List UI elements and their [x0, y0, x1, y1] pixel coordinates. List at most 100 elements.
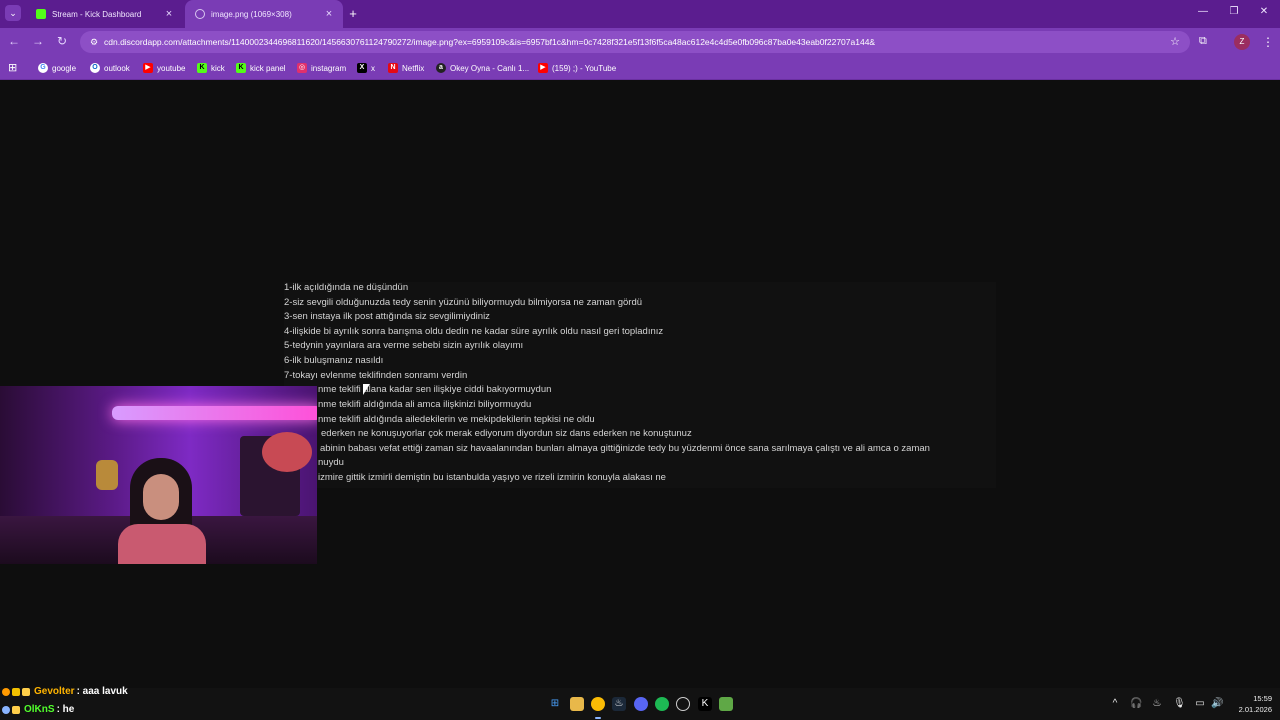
bookmark-label: Netflix — [402, 63, 425, 73]
tab-search-button[interactable]: ⌄ — [5, 5, 21, 21]
okey-icon: a — [436, 63, 446, 73]
webcam-overlay — [0, 386, 317, 564]
clock-date: 2.01.2026 — [1238, 705, 1272, 714]
question-line: 3-sen instaya ilk post attığında siz sev… — [284, 311, 490, 322]
headset-icon[interactable]: 🎧 — [1130, 698, 1142, 709]
steam-tray-icon[interactable]: ♨ — [1151, 698, 1163, 709]
badge-icon — [2, 705, 10, 714]
system-clock[interactable]: 15:59 2.01.2026 — [1226, 693, 1272, 715]
bookmark-label: kick panel — [250, 63, 286, 73]
question-line: nme teklifi aldığında ailedekilerin ve m… — [318, 414, 595, 425]
file-explorer-icon[interactable] — [570, 697, 584, 711]
question-line: 6-ilk buluşmanız nasıldı — [284, 355, 384, 366]
restore-button[interactable]: ❐ — [1227, 6, 1241, 17]
windows-icon[interactable]: ⊞ — [548, 697, 562, 711]
bookmark-kick[interactable]: Kkick — [197, 56, 225, 80]
close-window-button[interactable]: ✕ — [1257, 6, 1271, 17]
tab-kick-dashboard[interactable]: Stream - Kick Dashboard × — [26, 0, 183, 28]
forward-button[interactable]: → — [30, 34, 46, 48]
youtube-icon: ▶ — [143, 63, 153, 73]
bookmark-label: youtube — [157, 63, 186, 73]
bookmark-youtube-159[interactable]: ▶ (159) ;) - YouTube — [538, 56, 616, 80]
chat-message: OlKnS : he — [2, 704, 74, 715]
question-line: nuydu — [318, 457, 344, 468]
chat-username: Gevolter — [34, 686, 75, 697]
bookmark-label: google — [52, 63, 77, 73]
windows-taskbar: ⊞ ♨ K ^ 🎧 ♨ 🎙 ▭ 🔊 15:59 2.01.2026 — [0, 688, 1280, 720]
volume-icon[interactable]: 🔊 — [1211, 698, 1223, 709]
streamer-body — [118, 524, 206, 564]
kick-icon: K — [197, 63, 207, 73]
netflix-icon: N — [388, 63, 398, 73]
extensions-icon[interactable]: ⧉ — [1199, 35, 1207, 48]
globe-icon — [195, 9, 205, 19]
new-tab-button[interactable]: + — [346, 6, 360, 21]
profile-avatar[interactable]: Z — [1234, 34, 1250, 50]
question-line: izmire gittik izmirli demiştin bu istanb… — [318, 472, 666, 483]
chat-username: OlKnS — [24, 704, 55, 715]
google-icon: G — [38, 63, 48, 73]
obs-icon[interactable] — [676, 697, 690, 711]
x-icon: X — [357, 63, 367, 73]
tab-strip: ⌄ Stream - Kick Dashboard × image.png (1… — [0, 0, 1280, 28]
question-line: nme teklifi alana kadar sen ilişkiye cid… — [318, 384, 552, 395]
question-line: 2-siz sevgili olduğunuzda tedy senin yüz… — [284, 297, 643, 308]
chrome-icon[interactable] — [591, 697, 605, 711]
back-button[interactable]: ← — [6, 34, 22, 48]
site-info-icon[interactable]: ⚙ — [88, 36, 100, 48]
address-bar[interactable]: ⚙ cdn.discordapp.com/attachments/1140002… — [80, 31, 1190, 53]
bookmark-x[interactable]: Xx — [357, 56, 375, 80]
bookmarks-bar: ⊞ Ggoogle Ooutlook ▶ youtube Kkick Kkick … — [0, 56, 1280, 80]
question-line: ederken ne konuşuyorlar çok merak ediyor… — [321, 428, 692, 439]
reload-button[interactable]: ↻ — [54, 34, 70, 48]
tab-image[interactable]: image.png (1069×308) × — [185, 0, 343, 28]
bookmark-label: Okey Oyna - Canlı 1... — [450, 63, 530, 73]
spotify-icon[interactable] — [655, 697, 669, 711]
apps-grid-icon[interactable]: ⊞ — [8, 61, 17, 74]
chat-message: Gevolter : aaa lavuk — [2, 686, 128, 697]
kick-icon — [36, 9, 46, 19]
minecraft-icon[interactable] — [719, 697, 733, 711]
question-line: abinin babası vefat ettiği zaman siz hav… — [320, 443, 930, 454]
badge-icon — [2, 687, 10, 696]
close-tab-icon[interactable]: × — [323, 8, 335, 20]
kick-icon: K — [236, 63, 246, 73]
bookmark-label: instagram — [311, 63, 347, 73]
outlook-icon: O — [90, 63, 100, 73]
plush-toy — [262, 432, 312, 472]
question-line: 4-ilişkide bi ayrılık sonra barışma oldu… — [284, 326, 664, 337]
tray-overflow-icon[interactable]: ^ — [1109, 698, 1121, 709]
badge-icon — [12, 687, 20, 696]
bookmark-youtube[interactable]: ▶ youtube — [143, 56, 185, 80]
streamer-face — [143, 474, 179, 520]
bookmark-label: x — [371, 63, 375, 73]
question-line: 7-tokayı evlenme teklifinden sonramı ver… — [284, 370, 468, 381]
network-icon[interactable]: ▭ — [1194, 698, 1206, 709]
bookmark-kick-panel[interactable]: Kkick panel — [236, 56, 286, 80]
bookmark-outlook[interactable]: Ooutlook — [90, 56, 130, 80]
chat-text: : he — [56, 704, 75, 715]
discord-icon[interactable] — [634, 697, 648, 711]
bookmark-netflix[interactable]: N Netflix — [388, 56, 424, 80]
close-tab-icon[interactable]: × — [163, 8, 175, 20]
bookmark-star-icon[interactable]: ☆ — [1170, 35, 1180, 48]
bookmark-google[interactable]: Ggoogle — [38, 56, 76, 80]
mouse-cursor — [363, 384, 370, 395]
menu-icon[interactable]: ⋮ — [1262, 35, 1274, 49]
bookmark-label: outlook — [104, 63, 130, 73]
active-indicator — [595, 717, 601, 719]
instagram-icon: ◎ — [297, 63, 307, 73]
background-object — [96, 460, 118, 490]
kick-studio-icon[interactable]: K — [698, 697, 712, 711]
steam-icon[interactable]: ♨ — [612, 697, 626, 711]
displayed-image: 1-ilk açıldığında ne düşündün 2-siz sevg… — [284, 282, 996, 488]
badge-icon — [22, 687, 30, 696]
page-content: 1-ilk açıldığında ne düşündün 2-siz sevg… — [0, 81, 1280, 687]
tab-title: image.png (1069×308) — [211, 9, 292, 19]
bookmark-okey[interactable]: a Okey Oyna - Canlı 1... — [436, 56, 529, 80]
minimize-button[interactable]: — — [1196, 6, 1210, 17]
neon-light — [112, 406, 317, 420]
microphone-icon[interactable]: 🎙 — [1173, 698, 1186, 709]
bookmark-instagram[interactable]: ◎ instagram — [297, 56, 346, 80]
question-line: 1-ilk açıldığında ne düşündün — [284, 282, 409, 293]
